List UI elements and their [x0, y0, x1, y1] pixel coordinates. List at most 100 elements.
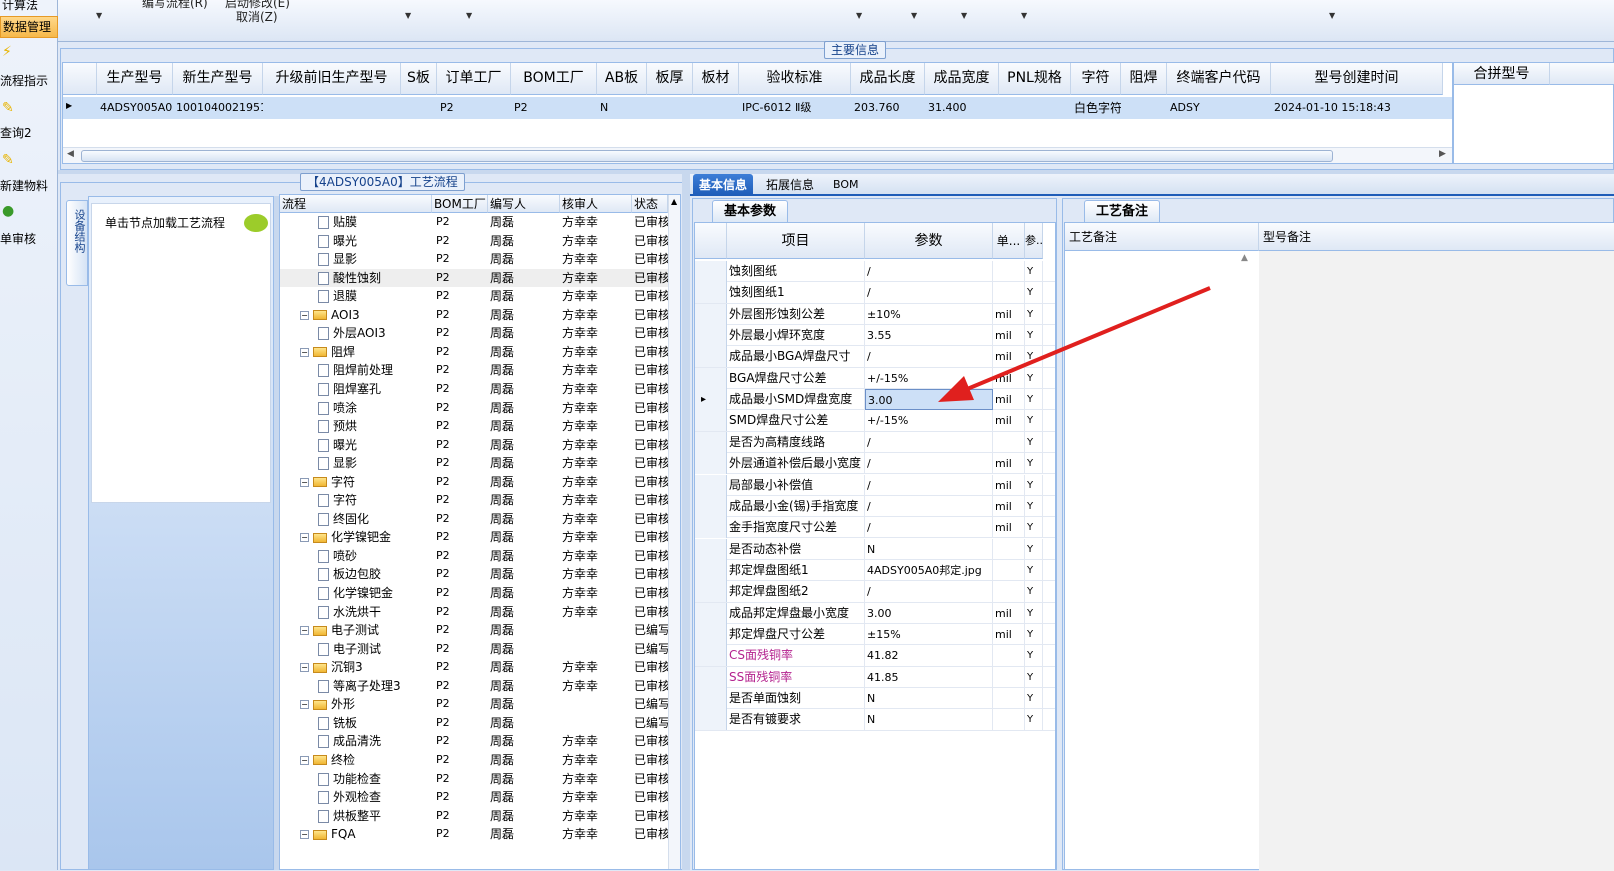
- tree-row[interactable]: 阻焊塞孔 P2 周磊 方幸幸 已审核: [280, 380, 680, 399]
- param-row[interactable]: 成品邦定焊盘最小宽度 3.00 mil Y: [695, 602, 1055, 624]
- tree-row[interactable]: − AOI3 P2 周磊 方幸幸 已审核: [280, 306, 680, 325]
- param-cell-flag[interactable]: Y: [1025, 538, 1043, 560]
- scroll-up-icon[interactable]: ▲: [671, 197, 677, 206]
- tree-row[interactable]: − 电子测试 P2 周磊 已编写: [280, 621, 680, 640]
- col-header[interactable]: 编写人: [488, 195, 560, 213]
- param-cell-item[interactable]: 邦定焊盘尺寸公差: [727, 623, 865, 645]
- tree-row[interactable]: 水洗烘干 P2 周磊 方幸幸 已审核: [280, 603, 680, 622]
- col-header[interactable]: 订单工厂: [437, 63, 511, 95]
- vertical-splitter[interactable]: [682, 174, 690, 870]
- param-row[interactable]: 是否有镀要求 N Y: [695, 709, 1055, 731]
- toolbar-cancel[interactable]: 取消(Z): [236, 8, 278, 25]
- tab-basic-info[interactable]: 基本信息: [693, 174, 754, 196]
- param-cell-value[interactable]: +/-15%: [865, 410, 993, 432]
- param-cell-unit[interactable]: mil: [993, 623, 1025, 645]
- row-header[interactable]: [695, 303, 727, 325]
- param-cell-flag[interactable]: Y: [1025, 602, 1043, 624]
- col-header[interactable]: AB板: [597, 63, 647, 95]
- tab-process-notes[interactable]: 工艺备注: [1084, 200, 1160, 222]
- param-cell-unit[interactable]: [993, 581, 1025, 603]
- tree-row[interactable]: − 外形 P2 周磊 已编写: [280, 695, 680, 714]
- param-row[interactable]: 邦定焊盘尺寸公差 ±15% mil Y: [695, 623, 1055, 646]
- row-header[interactable]: [695, 453, 727, 475]
- scroll-left-icon[interactable]: ◀: [67, 149, 74, 159]
- tree-row[interactable]: 板边包胶 P2 周磊 方幸幸 已审核: [280, 565, 680, 584]
- param-cell-item[interactable]: 外层通道补偿后最小宽度: [727, 453, 865, 475]
- param-cell-item[interactable]: 成品最小SMD焊盘宽度: [727, 389, 865, 411]
- param-cell-unit[interactable]: mil: [993, 453, 1025, 475]
- tree-row[interactable]: 退膜 P2 周磊 方幸幸 已审核: [280, 287, 680, 306]
- param-cell-unit[interactable]: mil: [993, 410, 1025, 432]
- collapse-toggle-icon[interactable]: −: [300, 477, 309, 487]
- scroll-right-icon[interactable]: ▶: [1439, 149, 1446, 159]
- collapse-toggle-icon[interactable]: −: [300, 755, 309, 765]
- param-cell-value[interactable]: /: [865, 453, 993, 475]
- tree-row[interactable]: − FQA P2 周磊 方幸幸 已审核: [280, 825, 680, 844]
- col-header[interactable]: 新生产型号: [173, 63, 263, 95]
- param-cell-item[interactable]: 蚀刻图纸: [727, 261, 865, 282]
- param-cell-item[interactable]: 成品最小金(锡)手指宽度: [727, 495, 865, 517]
- row-header[interactable]: [695, 602, 727, 624]
- tree-row[interactable]: 酸性蚀刻 P2 周磊 方幸幸 已审核: [280, 268, 680, 288]
- row-header[interactable]: ▸: [695, 389, 727, 411]
- col-header-flag[interactable]: 参...: [1025, 223, 1043, 259]
- param-cell-item[interactable]: 成品邦定焊盘最小宽度: [727, 602, 865, 624]
- nav-item-review[interactable]: 单审核: [0, 230, 58, 248]
- dropdown-caret-icon[interactable]: ▼: [96, 11, 102, 20]
- param-cell-flag[interactable]: Y: [1025, 410, 1043, 432]
- col-header[interactable]: 状态: [632, 195, 668, 213]
- param-cell-value[interactable]: 4ADSY005A0邦定.jpg: [865, 559, 993, 581]
- col-header-process-notes[interactable]: 工艺备注: [1065, 223, 1259, 251]
- param-cell-value[interactable]: /: [865, 495, 993, 517]
- param-cell-unit[interactable]: [993, 538, 1025, 560]
- tree-row[interactable]: 等离子处理3 P2 周磊 方幸幸 已审核: [280, 677, 680, 696]
- param-cell-unit[interactable]: mil: [993, 474, 1025, 496]
- col-header[interactable]: 成品长度: [851, 63, 925, 95]
- scroll-thumb[interactable]: [81, 150, 1333, 162]
- col-header[interactable]: S板: [401, 63, 437, 95]
- param-cell-unit[interactable]: [993, 261, 1025, 282]
- row-header[interactable]: [695, 367, 727, 389]
- param-cell-unit[interactable]: [993, 559, 1025, 581]
- param-cell-value[interactable]: /: [865, 261, 993, 282]
- param-row[interactable]: 外层通道补偿后最小宽度 / mil Y: [695, 453, 1055, 475]
- col-header[interactable]: BOM工厂: [432, 195, 488, 213]
- param-row[interactable]: 邦定焊盘图纸1 4ADSY005A0邦定.jpg Y: [695, 559, 1055, 582]
- tree-row[interactable]: 外层AOI3 P2 周磊 方幸幸 已审核: [280, 324, 680, 343]
- tab-device-structure[interactable]: 设备结构: [66, 200, 88, 286]
- col-header[interactable]: 字符: [1071, 63, 1121, 95]
- param-cell-flag[interactable]: Y: [1025, 495, 1043, 517]
- table-cell[interactable]: P2: [437, 97, 511, 119]
- col-header[interactable]: 流程: [280, 195, 432, 213]
- param-row[interactable]: SS面残铜率 41.85 Y: [695, 666, 1055, 688]
- param-cell-flag[interactable]: Y: [1025, 666, 1043, 688]
- dropdown-caret-icon[interactable]: ▼: [961, 11, 967, 20]
- param-cell-item[interactable]: SS面残铜率: [727, 666, 865, 688]
- col-header[interactable]: 升级前旧生产型号: [263, 63, 401, 95]
- param-row[interactable]: 是否动态补偿 N Y: [695, 538, 1055, 560]
- param-cell-unit[interactable]: [993, 431, 1025, 453]
- dropdown-caret-icon[interactable]: ▼: [466, 11, 472, 20]
- row-header[interactable]: [695, 346, 727, 368]
- param-cell-unit[interactable]: [993, 688, 1025, 709]
- param-cell-value[interactable]: 41.85: [865, 666, 993, 688]
- col-header[interactable]: BOM工厂: [511, 63, 597, 95]
- tree-row[interactable]: 外观检查 P2 周磊 方幸幸 已审核: [280, 788, 680, 807]
- param-cell-flag[interactable]: Y: [1025, 517, 1043, 539]
- param-cell-item[interactable]: 邦定焊盘图纸1: [727, 559, 865, 581]
- col-header[interactable]: 型号创建时间: [1271, 63, 1443, 95]
- tree-row[interactable]: 阻焊前处理 P2 周磊 方幸幸 已审核: [280, 361, 680, 380]
- param-cell-value[interactable]: 3.00: [865, 602, 993, 624]
- nav-item-new-material[interactable]: 新建物料: [0, 177, 58, 195]
- param-cell-flag[interactable]: Y: [1025, 559, 1043, 581]
- tree-row[interactable]: − 终检 P2 周磊 方幸幸 已审核: [280, 751, 680, 770]
- param-cell-flag[interactable]: Y: [1025, 645, 1043, 667]
- tree-row[interactable]: 曝光 P2 周磊 方幸幸 已审核: [280, 232, 680, 251]
- collapse-toggle-icon[interactable]: −: [300, 533, 309, 543]
- tree-row[interactable]: − 字符 P2 周磊 方幸幸 已审核: [280, 473, 680, 492]
- tab-bom[interactable]: BOM: [827, 174, 865, 196]
- row-header[interactable]: [695, 581, 727, 603]
- param-cell-item[interactable]: 成品最小BGA焊盘尺寸: [727, 346, 865, 368]
- dropdown-caret-icon[interactable]: ▼: [1329, 11, 1335, 20]
- param-row[interactable]: 是否单面蚀刻 N Y: [695, 688, 1055, 710]
